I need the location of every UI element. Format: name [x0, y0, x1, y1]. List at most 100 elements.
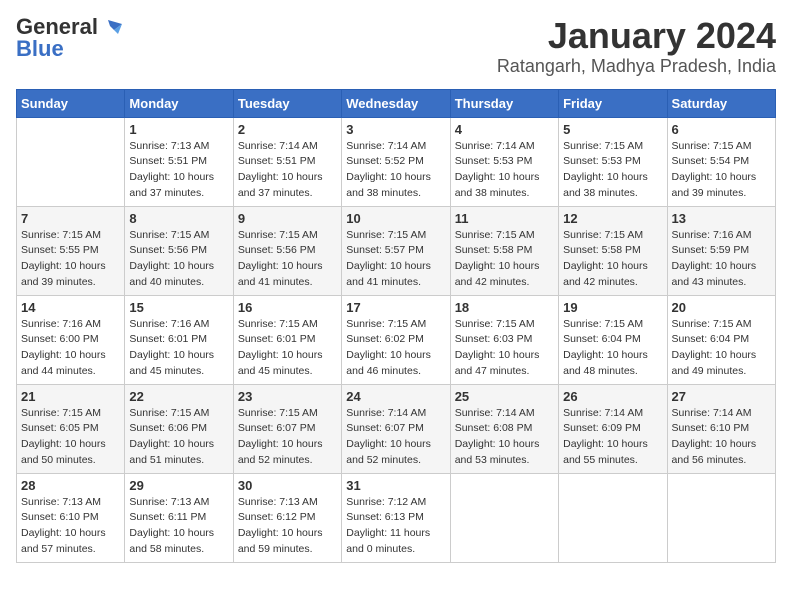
calendar-cell: 15 Sunrise: 7:16 AM Sunset: 6:01 PM Dayli…	[125, 295, 233, 384]
calendar-table: SundayMondayTuesdayWednesdayThursdayFrid…	[16, 89, 776, 563]
day-number: 25	[455, 389, 554, 404]
calendar-cell: 16Sunrise: 7:15 AM Sunset: 6:01 PM Dayli…	[233, 295, 341, 384]
calendar-cell: 2Sunrise: 7:14 AM Sunset: 5:51 PM Daylig…	[233, 117, 341, 206]
calendar-cell: 12 Sunrise: 7:15 AM Sunset: 5:58 PM Dayli…	[559, 206, 667, 295]
day-number: 15	[129, 300, 228, 315]
calendar-cell: 11 Sunrise: 7:15 AM Sunset: 5:58 PM Dayli…	[450, 206, 558, 295]
day-info: Sunrise: 7:13 AM Sunset: 5:51 PM Dayligh…	[129, 139, 228, 202]
day-info: Sunrise: 7:15 AM Sunset: 5:56 PM Dayligh…	[129, 228, 228, 291]
calendar-cell: 14Sunrise: 7:16 AM Sunset: 6:00 PM Dayli…	[17, 295, 125, 384]
calendar-cell: 19 Sunrise: 7:15 AM Sunset: 6:04 PM Dayli…	[559, 295, 667, 384]
calendar-cell: 17 Sunrise: 7:15 AM Sunset: 6:02 PM Dayli…	[342, 295, 450, 384]
day-info: Sunrise: 7:14 AM Sunset: 6:10 PM Dayligh…	[672, 406, 771, 469]
calendar-week-row: 1Sunrise: 7:13 AM Sunset: 5:51 PM Daylig…	[17, 117, 776, 206]
calendar-cell: 30Sunrise: 7:13 AM Sunset: 6:12 PM Dayli…	[233, 473, 341, 562]
day-info: Sunrise: 7:15 AM Sunset: 6:06 PM Dayligh…	[129, 406, 228, 469]
column-header-sunday: Sunday	[17, 89, 125, 117]
page-header: General Blue January 2024 Ratangarh, Mad…	[16, 16, 776, 77]
calendar-header-row: SundayMondayTuesdayWednesdayThursdayFrid…	[17, 89, 776, 117]
day-info: Sunrise: 7:15 AM Sunset: 6:04 PM Dayligh…	[672, 317, 771, 380]
month-title: January 2024	[497, 16, 776, 56]
day-info: Sunrise: 7:15 AM Sunset: 5:58 PM Dayligh…	[563, 228, 662, 291]
day-number: 26	[563, 389, 662, 404]
day-info: Sunrise: 7:14 AM Sunset: 5:53 PM Dayligh…	[455, 139, 554, 202]
day-number: 13	[672, 211, 771, 226]
calendar-cell: 29 Sunrise: 7:13 AM Sunset: 6:11 PM Dayli…	[125, 473, 233, 562]
calendar-cell: 7 Sunrise: 7:15 AM Sunset: 5:55 PM Daylig…	[17, 206, 125, 295]
logo-general-text: General	[16, 16, 98, 38]
day-info: Sunrise: 7:15 AM Sunset: 6:01 PM Dayligh…	[238, 317, 337, 380]
column-header-tuesday: Tuesday	[233, 89, 341, 117]
calendar-cell	[17, 117, 125, 206]
day-number: 3	[346, 122, 445, 137]
day-number: 22	[129, 389, 228, 404]
day-number: 28	[21, 478, 120, 493]
calendar-cell: 20 Sunrise: 7:15 AM Sunset: 6:04 PM Dayli…	[667, 295, 775, 384]
day-info: Sunrise: 7:15 AM Sunset: 5:55 PM Dayligh…	[21, 228, 120, 291]
column-header-wednesday: Wednesday	[342, 89, 450, 117]
calendar-cell: 28 Sunrise: 7:13 AM Sunset: 6:10 PM Dayli…	[17, 473, 125, 562]
calendar-cell: 8 Sunrise: 7:15 AM Sunset: 5:56 PM Daylig…	[125, 206, 233, 295]
day-number: 27	[672, 389, 771, 404]
column-header-saturday: Saturday	[667, 89, 775, 117]
calendar-cell: 23Sunrise: 7:15 AM Sunset: 6:07 PM Dayli…	[233, 384, 341, 473]
day-number: 29	[129, 478, 228, 493]
day-info: Sunrise: 7:13 AM Sunset: 6:12 PM Dayligh…	[238, 495, 337, 558]
day-number: 31	[346, 478, 445, 493]
day-number: 21	[21, 389, 120, 404]
day-number: 8	[129, 211, 228, 226]
day-info: Sunrise: 7:16 AM Sunset: 5:59 PM Dayligh…	[672, 228, 771, 291]
day-info: Sunrise: 7:15 AM Sunset: 5:58 PM Dayligh…	[455, 228, 554, 291]
day-info: Sunrise: 7:14 AM Sunset: 6:08 PM Dayligh…	[455, 406, 554, 469]
calendar-cell: 13 Sunrise: 7:16 AM Sunset: 5:59 PM Dayli…	[667, 206, 775, 295]
column-header-monday: Monday	[125, 89, 233, 117]
day-info: Sunrise: 7:13 AM Sunset: 6:11 PM Dayligh…	[129, 495, 228, 558]
calendar-cell: 21Sunrise: 7:15 AM Sunset: 6:05 PM Dayli…	[17, 384, 125, 473]
day-info: Sunrise: 7:15 AM Sunset: 6:02 PM Dayligh…	[346, 317, 445, 380]
calendar-cell: 27 Sunrise: 7:14 AM Sunset: 6:10 PM Dayli…	[667, 384, 775, 473]
day-info: Sunrise: 7:15 AM Sunset: 6:04 PM Dayligh…	[563, 317, 662, 380]
day-info: Sunrise: 7:15 AM Sunset: 5:53 PM Dayligh…	[563, 139, 662, 202]
calendar-cell: 10Sunrise: 7:15 AM Sunset: 5:57 PM Dayli…	[342, 206, 450, 295]
day-info: Sunrise: 7:14 AM Sunset: 6:07 PM Dayligh…	[346, 406, 445, 469]
calendar-cell	[450, 473, 558, 562]
day-number: 11	[455, 211, 554, 226]
calendar-cell: 31 Sunrise: 7:12 AM Sunset: 6:13 PM Dayli…	[342, 473, 450, 562]
calendar-cell: 5 Sunrise: 7:15 AM Sunset: 5:53 PM Daylig…	[559, 117, 667, 206]
calendar-week-row: 7 Sunrise: 7:15 AM Sunset: 5:55 PM Daylig…	[17, 206, 776, 295]
location-title: Ratangarh, Madhya Pradesh, India	[497, 56, 776, 77]
day-number: 17	[346, 300, 445, 315]
logo-blue-text: Blue	[16, 38, 64, 60]
calendar-cell: 6 Sunrise: 7:15 AM Sunset: 5:54 PM Daylig…	[667, 117, 775, 206]
day-info: Sunrise: 7:15 AM Sunset: 5:57 PM Dayligh…	[346, 228, 445, 291]
day-number: 2	[238, 122, 337, 137]
day-number: 5	[563, 122, 662, 137]
calendar-cell: 1Sunrise: 7:13 AM Sunset: 5:51 PM Daylig…	[125, 117, 233, 206]
calendar-week-row: 28 Sunrise: 7:13 AM Sunset: 6:10 PM Dayli…	[17, 473, 776, 562]
day-info: Sunrise: 7:15 AM Sunset: 5:56 PM Dayligh…	[238, 228, 337, 291]
day-number: 9	[238, 211, 337, 226]
day-info: Sunrise: 7:15 AM Sunset: 5:54 PM Dayligh…	[672, 139, 771, 202]
day-info: Sunrise: 7:13 AM Sunset: 6:10 PM Dayligh…	[21, 495, 120, 558]
calendar-cell: 26 Sunrise: 7:14 AM Sunset: 6:09 PM Dayli…	[559, 384, 667, 473]
title-section: January 2024 Ratangarh, Madhya Pradesh, …	[497, 16, 776, 77]
calendar-cell	[559, 473, 667, 562]
calendar-cell: 24Sunrise: 7:14 AM Sunset: 6:07 PM Dayli…	[342, 384, 450, 473]
calendar-cell	[667, 473, 775, 562]
day-info: Sunrise: 7:14 AM Sunset: 6:09 PM Dayligh…	[563, 406, 662, 469]
day-number: 23	[238, 389, 337, 404]
day-number: 20	[672, 300, 771, 315]
day-info: Sunrise: 7:16 AM Sunset: 6:01 PM Dayligh…	[129, 317, 228, 380]
calendar-cell: 3Sunrise: 7:14 AM Sunset: 5:52 PM Daylig…	[342, 117, 450, 206]
day-info: Sunrise: 7:15 AM Sunset: 6:03 PM Dayligh…	[455, 317, 554, 380]
logo: General Blue	[16, 16, 122, 60]
day-info: Sunrise: 7:12 AM Sunset: 6:13 PM Dayligh…	[346, 495, 445, 558]
calendar-week-row: 21Sunrise: 7:15 AM Sunset: 6:05 PM Dayli…	[17, 384, 776, 473]
day-info: Sunrise: 7:16 AM Sunset: 6:00 PM Dayligh…	[21, 317, 120, 380]
day-number: 6	[672, 122, 771, 137]
calendar-week-row: 14Sunrise: 7:16 AM Sunset: 6:00 PM Dayli…	[17, 295, 776, 384]
calendar-cell: 25 Sunrise: 7:14 AM Sunset: 6:08 PM Dayli…	[450, 384, 558, 473]
day-number: 7	[21, 211, 120, 226]
day-number: 12	[563, 211, 662, 226]
day-number: 19	[563, 300, 662, 315]
